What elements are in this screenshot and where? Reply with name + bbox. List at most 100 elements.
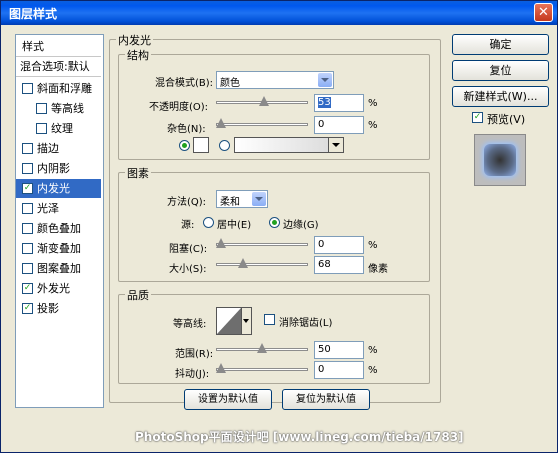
source-edge-radio[interactable] [269,217,280,228]
style-item[interactable]: 颜色叠加 [16,219,101,238]
choke-unit: % [368,240,378,251]
blend-mode-select[interactable]: 颜色 [216,71,334,89]
style-item-checkbox[interactable] [22,143,33,154]
opacity-input[interactable]: 53 [314,94,364,112]
style-item-checkbox[interactable] [22,83,33,94]
style-item-checkbox[interactable] [36,103,47,114]
style-item[interactable]: 渐变叠加 [16,239,101,258]
jitter-value: 0 [318,364,325,375]
size-value: 68 [318,259,331,270]
source-label: 源: [181,220,195,231]
style-item[interactable]: ✓ 外发光 [16,279,101,298]
style-list-header-label: 样式 [22,40,44,53]
style-item-checkbox[interactable] [22,163,33,174]
check-icon: ✓ [473,112,482,122]
blend-mode-label: 混合模式(B): [155,78,214,89]
antialias-checkbox[interactable] [264,314,275,325]
style-list-header[interactable]: 样式 [16,37,101,56]
noise-slider[interactable] [216,118,308,132]
choke-slider-thumb[interactable] [216,238,226,248]
style-item-checkbox[interactable] [22,263,33,274]
style-item-checkbox[interactable]: ✓ [22,183,33,194]
divider [16,76,101,77]
contour-label: 等高线: [173,319,207,330]
style-item-checkbox[interactable] [36,123,47,134]
jitter-label: 抖动(J): [175,369,210,380]
preview-label[interactable]: 预览(V) [487,111,525,127]
close-icon: ✕ [538,5,549,20]
reset-default-button[interactable]: 复位为默认值 [282,389,370,410]
noise-slider-thumb[interactable] [216,118,226,128]
color-swatch[interactable] [193,137,209,153]
source-center-radio[interactable] [203,217,214,228]
noise-value: 0 [318,119,325,130]
style-item[interactable]: 图案叠加 [16,259,101,278]
window-title: 图层样式 [9,7,58,21]
gradient-picker[interactable] [234,137,344,153]
style-item-label: 图案叠加 [37,262,81,275]
antialias-label[interactable]: 消除锯齿(L) [279,314,332,329]
choke-label: 阻塞(C): [169,244,208,255]
contour-preview-icon [217,308,241,334]
opacity-slider[interactable] [216,96,308,110]
blend-mode-value: 颜色 [220,78,240,89]
style-item[interactable]: ✓ 内发光 [16,179,101,198]
choke-slider[interactable] [216,238,308,252]
range-label: 范围(R): [175,349,214,360]
style-item-checkbox[interactable] [22,203,33,214]
style-item[interactable]: 纹理 [16,119,101,138]
close-button[interactable]: ✕ [534,3,553,22]
source-center-label[interactable]: 居中(E) [217,216,251,231]
range-slider[interactable] [216,343,308,357]
style-item-checkbox[interactable] [22,243,33,254]
range-unit: % [368,345,378,356]
jitter-slider[interactable] [216,363,308,377]
style-item[interactable]: 等高线 [16,99,101,118]
size-slider-track [216,263,308,266]
solid-color-radio[interactable] [179,140,190,151]
style-item[interactable]: ✓ 投影 [16,299,101,318]
gradient-radio[interactable] [219,140,230,151]
style-item[interactable]: 光泽 [16,199,101,218]
range-slider-thumb[interactable] [257,343,267,353]
style-preview-thumbnail [474,134,526,186]
style-item-label: 光泽 [37,202,59,215]
gradient-dropdown-button[interactable] [328,138,343,152]
choke-input[interactable]: 0 [314,236,364,254]
size-slider-thumb[interactable] [238,258,248,268]
style-item[interactable]: 描边 [16,139,101,158]
style-item-label: 颜色叠加 [37,222,81,235]
size-slider[interactable] [216,258,308,272]
style-item-label: 纹理 [51,122,73,135]
choke-value: 0 [318,239,325,250]
size-input[interactable]: 68 [314,256,364,274]
style-item-checkbox[interactable] [22,223,33,234]
noise-input[interactable]: 0 [314,116,364,134]
title-bar[interactable]: 图层样式 ✕ [1,1,557,25]
opacity-value: 53 [318,97,331,108]
blend-options-label: 混合选项:默认 [20,60,90,73]
source-edge-label[interactable]: 边缘(G) [283,216,319,231]
blend-options-item[interactable]: 混合选项:默认 [16,57,101,76]
opacity-slider-thumb[interactable] [259,96,269,106]
contour-picker[interactable] [216,307,252,335]
contour-dropdown-button[interactable] [241,308,251,334]
opacity-label: 不透明度(O): [149,102,209,113]
style-item-checkbox[interactable]: ✓ [22,303,33,314]
set-default-button[interactable]: 设置为默认值 [184,389,272,410]
reset-button[interactable]: 复位 [452,60,549,81]
method-select[interactable]: 柔和 [216,190,268,208]
style-item[interactable]: 斜面和浮雕 [16,79,101,98]
style-item-checkbox[interactable]: ✓ [22,283,33,294]
range-input[interactable]: 50 [314,341,364,359]
style-item[interactable]: 内阴影 [16,159,101,178]
elements-title: 图素 [125,165,151,181]
preview-checkbox[interactable]: ✓ [472,112,483,123]
style-item-label: 内发光 [37,182,70,195]
style-list: 样式 混合选项:默认 斜面和浮雕 等高线纹理描边 内阴影 ✓ 内发光光泽颜色叠加渐变叠加… [15,34,104,408]
jitter-slider-thumb[interactable] [216,363,226,373]
new-style-button[interactable]: 新建样式(W)... [452,86,549,107]
jitter-input[interactable]: 0 [314,361,364,379]
layer-style-dialog: 图层样式 ✕ 样式 混合选项:默认 斜面和浮雕 等高线 纹理 描边 内阴影 ✓ 内发光 光泽颜… [0,0,558,453]
ok-button[interactable]: 确定 [452,34,549,55]
